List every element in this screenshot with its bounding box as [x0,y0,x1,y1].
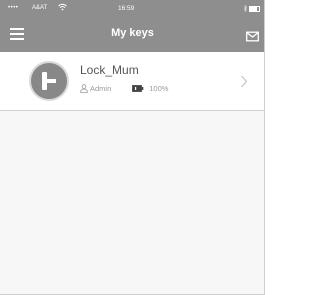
battery-percentage: 100% [149,84,169,93]
app-header: •••• A&AT 16:59 ∦ My keys [0,0,264,52]
carrier-name: A&AT [32,5,48,11]
status-bar: •••• A&AT 16:59 ∦ [0,0,264,18]
battery-level-icon [132,85,144,92]
bluetooth-icon: ∦ [244,6,247,12]
key-list-item[interactable]: Lock_Mum Admin 100% [0,52,264,111]
key-meta: Admin 100% [80,84,168,93]
status-time: 16:59 [118,5,135,12]
key-role: Admin [90,84,112,93]
signal-strength: •••• [8,5,19,11]
wifi-icon [58,3,67,13]
navigation-bar: My keys [0,18,264,52]
user-icon [80,84,88,93]
battery-icon [249,5,260,12]
page-title: My keys [111,27,154,39]
mail-icon[interactable] [246,29,259,42]
keys-list: Lock_Mum Admin 100% [0,52,264,111]
lock-icon [29,61,69,101]
app-screen: •••• A&AT 16:59 ∦ My keys Lock_Mum Admin… [0,0,265,295]
battery-status: ∦ [244,5,260,12]
chevron-right-icon [240,75,248,88]
key-name: Lock_Mum [80,63,139,77]
